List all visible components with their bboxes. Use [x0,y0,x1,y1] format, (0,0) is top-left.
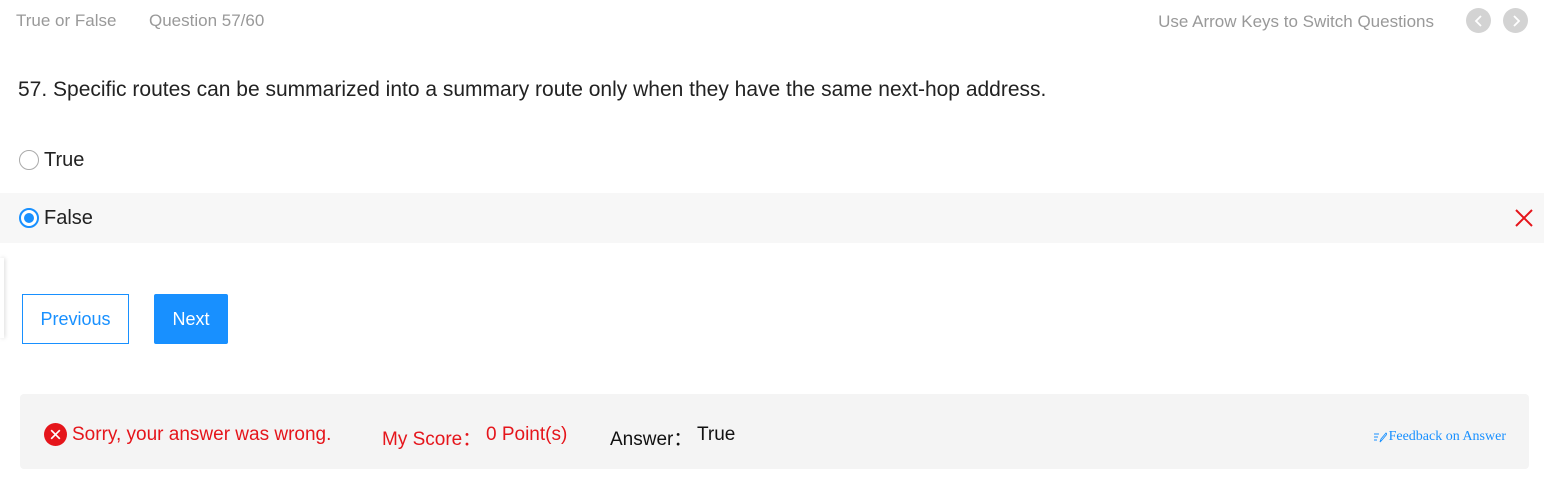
result-panel: Sorry, your answer was wrong. My Score： … [20,394,1529,469]
previous-button[interactable]: Previous [22,294,129,344]
result-message: Sorry, your answer was wrong. [72,424,332,445]
feedback-label: Feedback on Answer [1388,429,1506,444]
error-circle-icon [44,423,67,446]
option-true[interactable]: True [0,135,1544,185]
chevron-left-icon [1474,14,1482,27]
question-header: True or False Question 57/60 Use Arrow K… [0,0,1568,42]
option-label-false: False [44,207,93,229]
answer-value: True [697,424,736,445]
next-question-button[interactable] [1503,8,1528,33]
radio-false[interactable] [19,208,39,228]
next-button[interactable]: Next [154,294,228,344]
radio-true[interactable] [19,150,39,170]
question-counter: Question 57/60 [149,11,265,30]
wrong-x-icon [1515,209,1533,227]
option-false[interactable]: False [0,193,1544,243]
keyboard-hint: Use Arrow Keys to Switch Questions [1158,12,1434,31]
side-panel-edge [0,258,4,338]
question-text: 57. Specific routes can be summarized in… [18,78,1047,101]
option-label-true: True [44,149,85,171]
chevron-right-icon [1512,14,1520,27]
score-value: 0 Point(s) [486,424,568,445]
question-type: True or False [16,11,117,30]
answer-label: Answer： [610,429,693,450]
prev-question-button[interactable] [1466,8,1491,33]
feedback-link[interactable]: Feedback on Answer [1373,429,1506,445]
score-label: My Score： [382,429,482,450]
edit-feedback-icon [1373,432,1387,443]
